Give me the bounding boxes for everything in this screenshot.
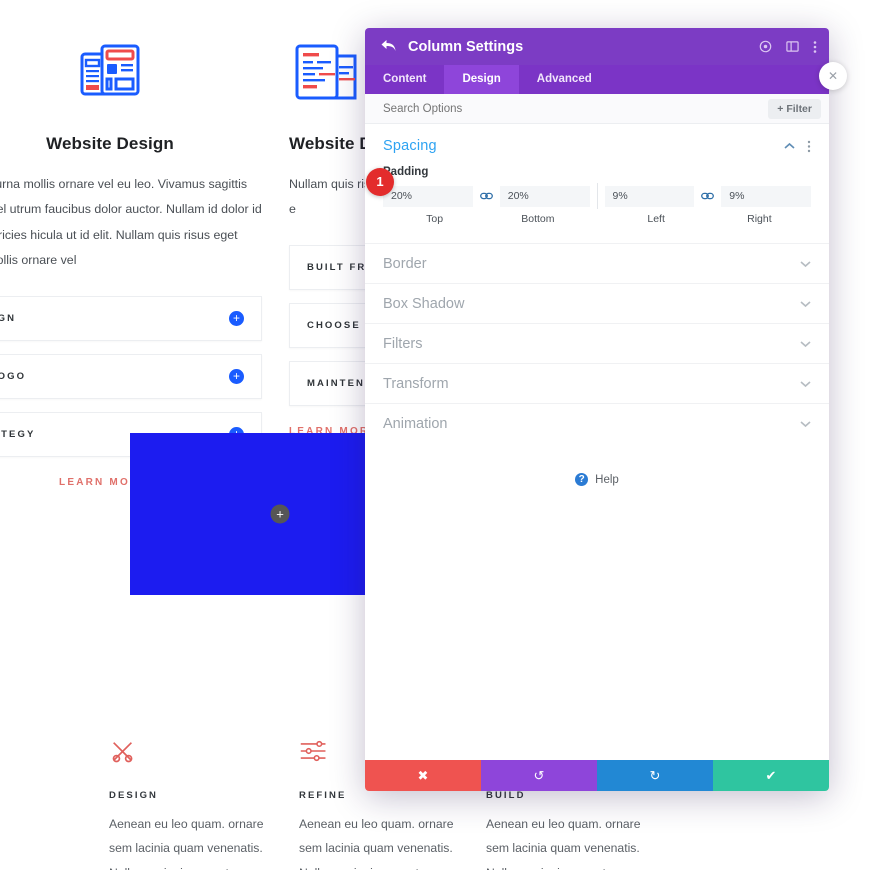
- section-filters[interactable]: Filters: [365, 323, 829, 363]
- spacer: [590, 213, 605, 225]
- help-link[interactable]: ? Help: [365, 473, 829, 486]
- save-button[interactable]: ✔: [713, 760, 829, 791]
- process-body: Aenean eu leo quam. ornare sem lacinia q…: [486, 812, 646, 870]
- padding-bottom-label: Bottom: [486, 213, 589, 225]
- accordion-label: TRATEGY: [0, 429, 35, 440]
- spacing-section-header[interactable]: Spacing: [365, 124, 829, 162]
- scissors-icon: [109, 738, 269, 768]
- accordion-row[interactable]: & LOGO +: [0, 354, 262, 399]
- help-label: Help: [595, 474, 619, 486]
- padding-bottom-input[interactable]: 20%: [500, 186, 590, 207]
- more-vertical-icon[interactable]: [813, 40, 817, 54]
- tab-advanced[interactable]: Advanced: [519, 65, 610, 94]
- section-label: Border: [383, 256, 800, 272]
- chevron-down-icon[interactable]: [800, 295, 811, 313]
- link-icon[interactable]: [473, 191, 500, 201]
- website-development-icon: [289, 36, 365, 112]
- padding-left-input[interactable]: 9%: [605, 186, 695, 207]
- process-name: BUILD: [486, 790, 646, 801]
- divider: [597, 183, 598, 209]
- option-sections: Border Box Shadow Filters: [365, 243, 829, 443]
- plus-icon[interactable]: +: [229, 369, 244, 384]
- chevron-down-icon[interactable]: [800, 415, 811, 433]
- accordion-label: MAINTEN: [307, 378, 365, 389]
- section-animation[interactable]: Animation: [365, 403, 829, 443]
- accordion-label: & LOGO: [0, 371, 26, 382]
- close-icon[interactable]: ✕: [819, 62, 847, 90]
- chevron-down-icon[interactable]: [800, 335, 811, 353]
- section-label: Transform: [383, 376, 800, 392]
- redo-button[interactable]: ↻: [597, 760, 713, 791]
- screen: Website Design s eget urna mollis ornare…: [0, 0, 880, 870]
- accordion-label: BUILT FR: [307, 262, 366, 273]
- service-body: s eget urna mollis ornare vel eu leo. Vi…: [0, 172, 262, 274]
- padding-right-input[interactable]: 9%: [721, 186, 811, 207]
- add-module-icon[interactable]: +: [271, 505, 290, 524]
- section-box-shadow[interactable]: Box Shadow: [365, 283, 829, 323]
- section-transform[interactable]: Transform: [365, 363, 829, 403]
- section-label: Filters: [383, 336, 800, 352]
- padding-right-label: Right: [708, 213, 811, 225]
- padding-field-labels: Top Bottom Left Right: [365, 209, 829, 225]
- padding-vertical-group: 20% 20%: [383, 186, 590, 207]
- process-body: Aenean eu leo quam. ornare sem lacinia q…: [299, 812, 459, 870]
- cancel-button[interactable]: ✖: [365, 760, 481, 791]
- spacing-title: Spacing: [383, 138, 772, 154]
- padding-label: Padding: [365, 162, 829, 183]
- undo-button[interactable]: ↺: [481, 760, 597, 791]
- padding-fields-row: 20% 20% 9%: [365, 183, 829, 209]
- modal-title: Column Settings: [408, 39, 745, 55]
- tab-content[interactable]: Content: [365, 65, 444, 94]
- section-label: Animation: [383, 416, 800, 432]
- modal-tabs: Content Design Advanced: [365, 65, 829, 94]
- modal-header: Column Settings: [365, 28, 829, 65]
- padding-left-label: Left: [605, 213, 708, 225]
- service-column-1: Website Design s eget urna mollis ornare…: [0, 36, 262, 488]
- preview-icon[interactable]: [759, 40, 772, 53]
- section-label: Box Shadow: [383, 296, 800, 312]
- accordion-label: ESIGN: [0, 313, 16, 324]
- section-border[interactable]: Border: [365, 243, 829, 283]
- modal-footer: ✖ ↺ ↻ ✔: [365, 760, 829, 791]
- search-input[interactable]: [383, 103, 768, 115]
- process-name: DESIGN: [109, 790, 269, 801]
- service-title: Website Design: [0, 134, 262, 154]
- help-icon: ?: [575, 473, 588, 486]
- tab-design[interactable]: Design: [444, 65, 518, 94]
- chevron-up-icon[interactable]: [784, 142, 795, 150]
- search-options-bar: + Filter: [365, 94, 829, 124]
- accordion-label: CHOOSE: [307, 320, 361, 331]
- plus-icon[interactable]: +: [229, 311, 244, 326]
- padding-horizontal-group: 9% 9%: [605, 186, 812, 207]
- process-item-1: DESIGN Aenean eu leo quam. ornare sem la…: [109, 738, 269, 870]
- more-vertical-icon[interactable]: [807, 140, 811, 153]
- step-badge-1: 1: [366, 168, 394, 196]
- process-name: REFINE: [299, 790, 459, 801]
- accordion-row[interactable]: ESIGN +: [0, 296, 262, 341]
- back-arrow-icon[interactable]: [381, 39, 396, 55]
- filter-button[interactable]: + Filter: [768, 99, 821, 119]
- layout-icon[interactable]: [786, 40, 799, 53]
- padding-top-input[interactable]: 20%: [383, 186, 473, 207]
- chevron-down-icon[interactable]: [800, 375, 811, 393]
- website-design-icon: [72, 36, 148, 112]
- column-settings-modal: Column Settings Content Design Advanced: [365, 28, 829, 791]
- modal-body: Spacing Padding 20%: [365, 124, 829, 760]
- link-icon[interactable]: [694, 191, 721, 201]
- chevron-down-icon[interactable]: [800, 255, 811, 273]
- padding-top-label: Top: [383, 213, 486, 225]
- process-body: Aenean eu leo quam. ornare sem lacinia q…: [109, 812, 269, 870]
